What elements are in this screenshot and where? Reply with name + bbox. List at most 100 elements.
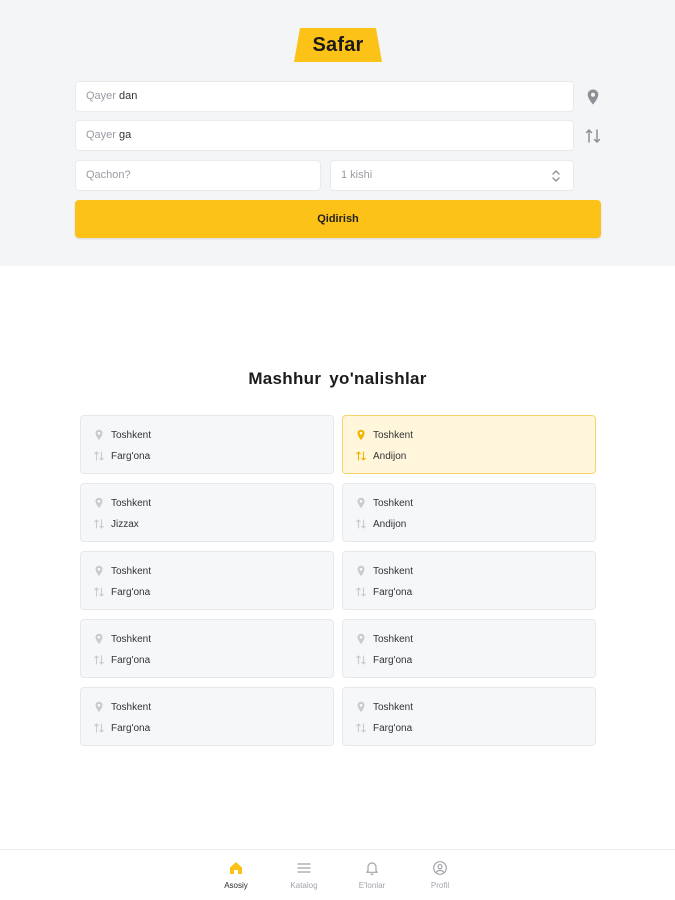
route-from: Toshkent [355,631,413,647]
swap-icon [356,519,366,529]
location-pin-icon [95,701,103,712]
nav-item-label: E'lonlar [358,881,386,890]
route-from-label: Toshkent [111,497,152,509]
search-button[interactable]: Qidirish [75,200,601,238]
bell-icon [366,862,378,876]
route-from-label: Toshkent [373,429,414,441]
route-to: Farg'ona [355,652,412,668]
route-to-label: Farg'ona [373,654,413,666]
location-pin-icon [357,701,365,712]
swap-icon [356,723,366,733]
nav-item-label: Katalog [290,881,318,890]
route-card[interactable]: Toshkent Jizzax [80,483,334,542]
location-pin-icon [357,497,365,508]
route-to: Jizzax [93,516,139,532]
bottom-nav: Asosiy Katalog E'lonlar Profil [0,849,675,900]
route-card[interactable]: Toshkent Andijon [342,483,596,542]
route-from: Toshkent [355,563,413,579]
home-icon [230,862,242,874]
swap-icon [94,723,104,733]
route-card[interactable]: Toshkent Farg'ona [80,415,334,474]
nav-item-elonlar[interactable]: E'lonlar [347,860,397,890]
to-prefix: Qayer [86,129,116,141]
swap-icon [94,519,104,529]
route-to: Farg'ona [93,652,150,668]
route-card[interactable]: Toshkent Farg'ona [342,551,596,610]
swap-icon [356,587,366,597]
route-card[interactable]: Toshkent Farg'ona [80,687,334,746]
route-to: Andijon [355,448,406,464]
nav-item-label: Asosiy [224,881,248,890]
chevron-updown-icon[interactable] [551,169,561,183]
route-from-label: Toshkent [373,633,414,645]
route-card[interactable]: Toshkent Farg'ona [342,687,596,746]
route-card[interactable]: Toshkent Farg'ona [80,551,334,610]
swap-icon [356,655,366,665]
route-from-label: Toshkent [111,429,152,441]
date-placeholder: Qachon? [86,169,131,181]
user-icon [433,861,447,875]
nav-item-profil[interactable]: Profil [415,860,465,890]
nav-item-label: Profil [430,881,450,890]
route-from: Toshkent [93,699,151,715]
route-to: Farg'ona [93,448,150,464]
swap-icon [94,451,104,461]
passengers-select[interactable]: 1 kishi [330,160,574,191]
route-to-label: Farg'ona [111,654,151,666]
location-pin-icon [95,497,103,508]
passengers-value: 1 kishi [341,169,373,181]
location-pin-icon [95,633,103,644]
logo-text: Safar [312,34,364,56]
route-from-label: Toshkent [373,701,414,713]
route-to-label: Farg'ona [111,586,151,598]
route-from: Toshkent [355,699,413,715]
route-from-label: Toshkent [111,633,152,645]
route-to-label: Andijon [373,450,407,462]
route-from: Toshkent [93,495,151,511]
nav-item-katalog[interactable]: Katalog [279,860,329,890]
route-to-label: Farg'ona [373,586,413,598]
menu-icon [297,863,311,873]
logo: Safar [294,28,382,62]
swap-icon[interactable] [584,127,602,145]
route-to-label: Farg'ona [111,450,151,462]
from-prefix: Qayer [86,90,116,102]
route-from: Toshkent [355,495,413,511]
route-to: Farg'ona [355,584,412,600]
route-from-label: Toshkent [373,497,414,509]
route-card[interactable]: Toshkent Farg'ona [342,619,596,678]
location-pin-icon [95,429,103,440]
from-suffix: dan [119,90,138,102]
route-to: Farg'ona [93,720,150,736]
location-pin-icon[interactable] [584,88,602,106]
swap-icon [94,655,104,665]
route-to-label: Andijon [373,518,407,530]
route-from: Toshkent [355,427,413,443]
from-input[interactable]: Qayer dan [75,81,574,112]
route-from-label: Toshkent [373,565,414,577]
location-pin-icon [357,633,365,644]
location-pin-icon [357,429,365,440]
section-title: Mashhur yo'nalishlar [248,369,427,388]
route-to: Farg'ona [355,720,412,736]
route-from-label: Toshkent [111,701,152,713]
route-to-label: Farg'ona [111,722,151,734]
route-to-label: Farg'ona [373,722,413,734]
to-input[interactable]: Qayer ga [75,120,574,151]
route-from: Toshkent [93,427,151,443]
route-from: Toshkent [93,631,151,647]
route-card[interactable]: Toshkent Farg'ona [80,619,334,678]
swap-icon [94,587,104,597]
route-from-label: Toshkent [111,565,152,577]
date-input[interactable]: Qachon? [75,160,321,191]
location-pin-icon [95,565,103,576]
swap-icon [356,451,366,461]
route-from: Toshkent [93,563,151,579]
route-card[interactable]: Toshkent Andijon [342,415,596,474]
route-to-label: Jizzax [111,518,139,530]
popular-routes-grid: Toshkent Farg'ona Toshkent Andijon Toshkent J… [80,415,596,746]
route-to: Farg'ona [93,584,150,600]
nav-item-asosiy[interactable]: Asosiy [211,860,261,890]
location-pin-icon [357,565,365,576]
search-panel: Safar Qayer dan Qayer ga Qachon? 1 kishi… [0,0,675,266]
